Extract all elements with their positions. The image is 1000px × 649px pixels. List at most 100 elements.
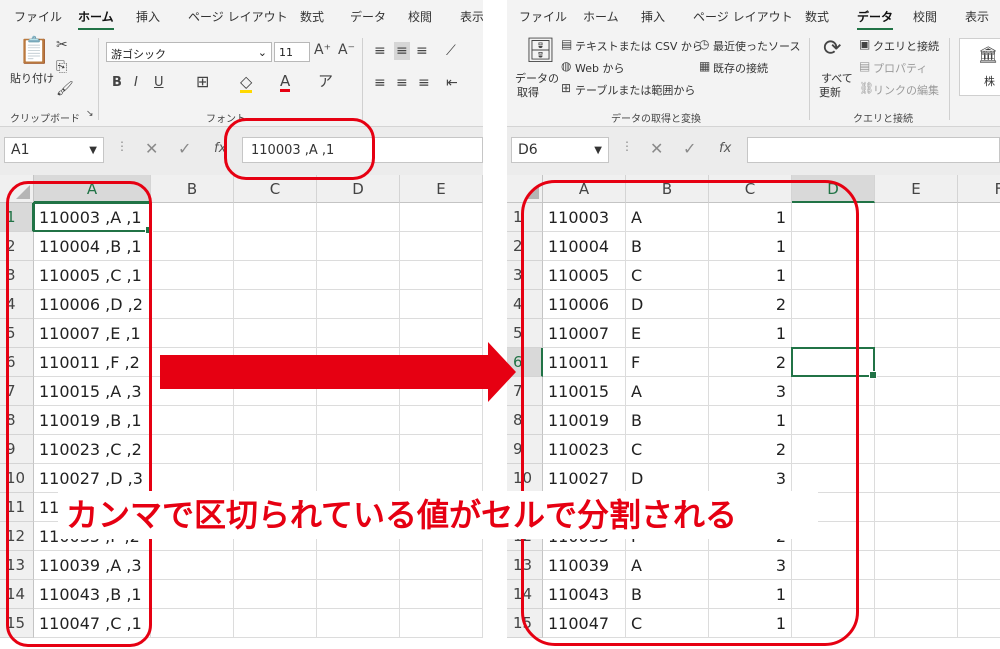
tab-formulas[interactable]: 数式 bbox=[300, 8, 324, 25]
tab-insert[interactable]: 挿入 bbox=[136, 8, 160, 25]
cell-empty[interactable] bbox=[875, 290, 958, 319]
cell-empty[interactable] bbox=[151, 319, 234, 348]
tab-home[interactable]: ホーム bbox=[583, 8, 619, 25]
tab-page-layout[interactable]: ページ レイアウト bbox=[693, 8, 793, 25]
paste-button-label[interactable]: 貼り付け bbox=[10, 70, 54, 86]
cell-empty[interactable] bbox=[151, 580, 234, 609]
cell-empty[interactable] bbox=[317, 580, 400, 609]
cell-empty[interactable] bbox=[317, 435, 400, 464]
from-web-button[interactable]: Web から bbox=[575, 60, 624, 76]
from-table-button[interactable]: テーブルまたは範囲から bbox=[575, 82, 695, 98]
cell-empty[interactable] bbox=[958, 290, 1000, 319]
cell-empty[interactable] bbox=[875, 232, 958, 261]
cell-empty[interactable] bbox=[875, 261, 958, 290]
cell-empty[interactable] bbox=[875, 377, 958, 406]
copy-icon[interactable]: ⎘ bbox=[56, 60, 67, 74]
cell-empty[interactable] bbox=[317, 290, 400, 319]
cell-empty[interactable] bbox=[400, 464, 483, 493]
cell-empty[interactable] bbox=[958, 522, 1000, 551]
cell-empty[interactable] bbox=[400, 290, 483, 319]
font-size-dropdown[interactable]: 11 bbox=[274, 42, 310, 62]
underline-button[interactable]: U bbox=[154, 76, 164, 89]
increase-font-icon[interactable]: A⁺ bbox=[314, 43, 331, 57]
cell-empty[interactable] bbox=[958, 348, 1000, 377]
cell-empty[interactable] bbox=[400, 203, 483, 232]
enter-icon[interactable]: ✓ bbox=[683, 139, 696, 158]
indent-icon[interactable]: ⇤ bbox=[446, 76, 458, 90]
dialog-launcher-icon[interactable]: ↘ bbox=[86, 110, 94, 119]
database-icon[interactable]: 🗄 bbox=[525, 38, 555, 62]
column-header-e[interactable]: E bbox=[875, 175, 958, 203]
refresh-icon[interactable]: ⟳ bbox=[823, 38, 841, 60]
cell-empty[interactable] bbox=[151, 232, 234, 261]
cell-empty[interactable] bbox=[151, 261, 234, 290]
cell-empty[interactable] bbox=[875, 203, 958, 232]
align-bottom-icon[interactable]: ≡ bbox=[416, 44, 428, 58]
cut-icon[interactable]: ✂ bbox=[56, 38, 68, 52]
italic-button[interactable]: I bbox=[134, 76, 138, 89]
cell-empty[interactable] bbox=[875, 522, 958, 551]
column-header-e[interactable]: E bbox=[400, 175, 483, 203]
cell-empty[interactable] bbox=[234, 609, 317, 638]
cell-empty[interactable] bbox=[958, 232, 1000, 261]
tab-review[interactable]: 校閲 bbox=[408, 8, 432, 25]
tab-view[interactable]: 表示 bbox=[965, 8, 989, 25]
cell-empty[interactable] bbox=[958, 319, 1000, 348]
phonetic-icon[interactable]: ア bbox=[318, 74, 333, 89]
get-data-label-2[interactable]: 取得 bbox=[517, 84, 539, 100]
cell-empty[interactable] bbox=[234, 232, 317, 261]
tab-formulas[interactable]: 数式 bbox=[805, 8, 829, 25]
cell-empty[interactable] bbox=[875, 319, 958, 348]
cell-empty[interactable] bbox=[151, 290, 234, 319]
orientation-icon[interactable]: ⟋ bbox=[446, 44, 456, 58]
font-name-dropdown[interactable]: 游ゴシック ⌄ bbox=[106, 42, 272, 62]
tab-review[interactable]: 校閲 bbox=[913, 8, 937, 25]
tab-data[interactable]: データ bbox=[857, 8, 894, 31]
insert-function-icon[interactable]: fx bbox=[719, 141, 731, 156]
enter-icon[interactable]: ✓ bbox=[178, 139, 191, 158]
name-box[interactable]: A1 ▼ bbox=[4, 137, 104, 163]
align-left-icon[interactable]: ≡ bbox=[374, 76, 386, 90]
cell-empty[interactable] bbox=[958, 203, 1000, 232]
cell-empty[interactable] bbox=[875, 493, 958, 522]
cell-empty[interactable] bbox=[875, 609, 958, 638]
cell-empty[interactable] bbox=[151, 406, 234, 435]
refresh-all-label-2[interactable]: 更新 bbox=[819, 84, 841, 100]
name-box[interactable]: D6 ▼ bbox=[511, 137, 609, 163]
cell-empty[interactable] bbox=[151, 609, 234, 638]
cell-empty[interactable] bbox=[317, 464, 400, 493]
cell-empty[interactable] bbox=[234, 464, 317, 493]
stocks-button[interactable]: 🏛 株 bbox=[959, 38, 1000, 96]
cell-empty[interactable] bbox=[234, 580, 317, 609]
cell-empty[interactable] bbox=[875, 406, 958, 435]
cell-empty[interactable] bbox=[400, 232, 483, 261]
cell-empty[interactable] bbox=[400, 406, 483, 435]
column-header-b[interactable]: B bbox=[151, 175, 234, 203]
existing-connections-button[interactable]: 既存の接続 bbox=[713, 60, 768, 76]
tab-page-layout[interactable]: ページ レイアウト bbox=[188, 8, 288, 25]
cell-empty[interactable] bbox=[234, 406, 317, 435]
cell-empty[interactable] bbox=[317, 319, 400, 348]
cell-empty[interactable] bbox=[317, 261, 400, 290]
fill-color-icon[interactable]: ◇ bbox=[240, 74, 253, 93]
cell-empty[interactable] bbox=[317, 203, 400, 232]
paste-icon[interactable]: 📋 bbox=[18, 38, 50, 64]
tab-view[interactable]: 表示 bbox=[460, 8, 483, 25]
cell-empty[interactable] bbox=[400, 580, 483, 609]
tab-file[interactable]: ファイル bbox=[14, 8, 62, 25]
align-center-icon[interactable]: ≡ bbox=[396, 76, 408, 90]
cell-empty[interactable] bbox=[958, 435, 1000, 464]
formula-input[interactable] bbox=[747, 137, 1000, 163]
cell-empty[interactable] bbox=[875, 464, 958, 493]
tab-home[interactable]: ホーム bbox=[78, 8, 114, 31]
cell-empty[interactable] bbox=[958, 406, 1000, 435]
tab-insert[interactable]: 挿入 bbox=[641, 8, 665, 25]
cell-empty[interactable] bbox=[151, 551, 234, 580]
cell-empty[interactable] bbox=[400, 551, 483, 580]
properties-button[interactable]: プロパティ bbox=[873, 60, 927, 76]
queries-connections-button[interactable]: クエリと接続 bbox=[873, 38, 939, 54]
cell-empty[interactable] bbox=[875, 551, 958, 580]
align-right-icon[interactable]: ≡ bbox=[418, 76, 430, 90]
decrease-font-icon[interactable]: A⁻ bbox=[338, 43, 355, 57]
format-painter-icon[interactable]: 🖌 bbox=[56, 82, 74, 96]
